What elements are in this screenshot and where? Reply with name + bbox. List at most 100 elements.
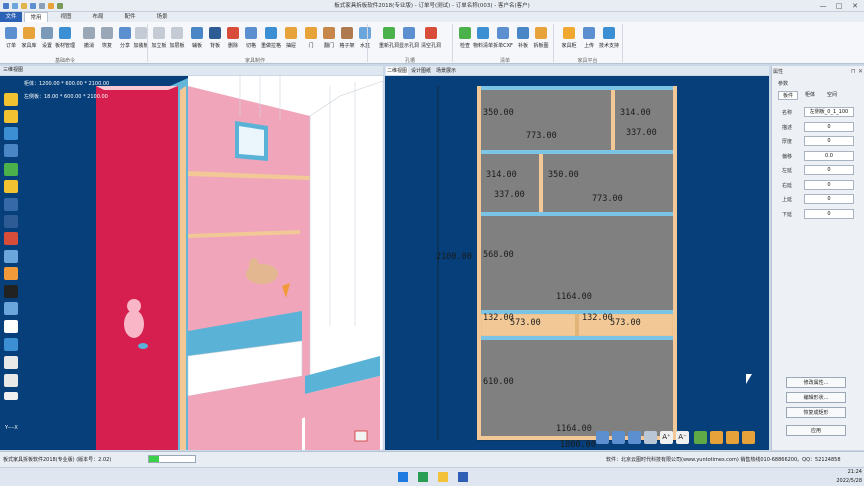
board-drawing-icon [535, 27, 547, 39]
restore-rectangle-button[interactable]: 恢复成矩形 [786, 407, 846, 418]
dim-label-573-right: 573.00 [610, 318, 641, 328]
close-button[interactable]: ✕ [848, 1, 862, 11]
modify-properties-button[interactable]: 修改属性... [786, 377, 846, 388]
hide-icon[interactable] [4, 250, 18, 263]
cube-top-icon[interactable] [4, 110, 18, 123]
menu-file[interactable]: 文件 [0, 12, 22, 22]
menu-view[interactable]: 视图 [54, 12, 78, 22]
properties-section: 参数 [778, 81, 789, 87]
board-manage-icon [59, 27, 71, 39]
prop-thickness-field[interactable]: 0 [804, 136, 854, 146]
prop-thickness-label: 厚度 [782, 139, 793, 145]
share-icon [119, 27, 131, 39]
properties-title: 属性 [773, 69, 784, 75]
viewport-3d[interactable] [0, 76, 384, 451]
explode-icon[interactable] [4, 267, 18, 280]
dim-label-573-left: 573.00 [510, 318, 541, 328]
rehole-icon [383, 27, 395, 39]
ribbon-button-label: 技术支持 [598, 43, 619, 49]
prop-right-extend-field[interactable]: 0 [804, 179, 854, 190]
zoom-out-icon[interactable] [612, 431, 625, 444]
prop-top-extend-field[interactable]: 0 [804, 194, 854, 204]
door-open-icon[interactable] [4, 320, 18, 333]
prop-bottom-extend-field[interactable]: 0 [804, 208, 854, 219]
prop-description-label: 描述 [782, 124, 793, 131]
progress-fill [149, 456, 159, 462]
light-icon[interactable] [4, 180, 18, 193]
properties-close-icon[interactable]: ✕ [858, 68, 863, 75]
edit-shape-button[interactable]: 编辑形状... [786, 392, 846, 403]
tab-scene-display[interactable]: 场景展示 [434, 67, 458, 75]
delete-icon [227, 27, 239, 39]
menu-parts[interactable]: 配件 [118, 12, 142, 22]
layers-icon[interactable] [694, 431, 707, 444]
orbit-icon[interactable] [4, 144, 18, 157]
lock-c-icon[interactable] [742, 431, 755, 444]
taskbar-app2-icon[interactable] [458, 472, 468, 482]
minimize-button[interactable]: — [816, 1, 830, 11]
print-preview-icon[interactable] [644, 431, 657, 444]
taskbar-date: 2022/5/28 [836, 478, 862, 484]
cube-front-icon[interactable] [4, 93, 18, 106]
dim-label-350-top: 350.00 [483, 108, 514, 118]
camera-icon[interactable] [4, 338, 18, 351]
apply-button[interactable]: 应用 [786, 425, 846, 436]
dim-label-314-top: 314.00 [620, 108, 651, 118]
texture-icon[interactable] [4, 232, 18, 245]
props-tab-space[interactable]: 空间 [822, 91, 842, 100]
props-tab-cabinet[interactable]: 柜体 [800, 91, 820, 100]
flip-door-icon [323, 27, 335, 39]
props-tab-panel[interactable]: 板件 [778, 91, 798, 100]
lock-b-icon[interactable] [726, 431, 739, 444]
file-explorer-icon[interactable] [438, 472, 448, 482]
tab-design-drawing[interactable]: 设计图纸 [410, 67, 432, 75]
tech-support-icon [603, 27, 615, 39]
maximize-button[interactable]: □ [832, 1, 846, 11]
axis-gizmo-icon: Y‒‒X [5, 425, 18, 431]
left-panel-size-info: 左侧板：18.00 * 600.00 * 2100.00 [24, 94, 108, 100]
tab-2d-view[interactable]: 二维视图 [386, 67, 408, 75]
section-icon[interactable] [4, 302, 18, 315]
menu-common[interactable]: 常用 [24, 12, 48, 22]
rotate-icon[interactable] [4, 127, 18, 140]
shade-icon[interactable] [4, 215, 18, 228]
tab-3d-view[interactable]: 三维视图 [3, 67, 23, 73]
properties-pin-icon[interactable]: ⊓ [851, 68, 856, 75]
grid-icon[interactable] [4, 163, 18, 176]
ribbon-separator [452, 24, 453, 62]
redo-pull-grid-icon [265, 27, 277, 39]
lock-a-icon[interactable] [710, 431, 723, 444]
dim-label-337-top: 337.00 [626, 128, 657, 138]
taskbar-app1-icon[interactable] [418, 472, 428, 482]
ribbon-separator [622, 24, 623, 62]
ribbon-group-basic: 基础命令 [54, 58, 75, 64]
menu-layout[interactable]: 布局 [86, 12, 110, 22]
ribbon-separator [367, 24, 368, 62]
wireframe-icon[interactable] [4, 198, 18, 211]
taskbar [0, 467, 864, 486]
clear-hole-icon [425, 27, 437, 39]
water-box-icon [359, 27, 371, 39]
patch-board-icon [517, 27, 529, 39]
viewport-2d[interactable] [385, 76, 769, 450]
prop-description-field[interactable]: 0 [804, 121, 854, 132]
start-icon[interactable] [398, 472, 408, 482]
render-icon[interactable] [4, 374, 18, 387]
snapshot-icon[interactable] [4, 356, 18, 369]
font-larger-icon[interactable]: A⁺ [660, 431, 673, 444]
zoom-in-icon[interactable] [596, 431, 609, 444]
font-smaller-icon[interactable]: A⁻ [676, 431, 689, 444]
prop-name-field[interactable]: 左侧板_0_1_100 [804, 107, 854, 117]
menu-scene[interactable]: 场景 [150, 12, 174, 22]
dim-label-total-height: 2100.00 [436, 252, 472, 262]
dim-label-314-mid: 314.00 [486, 170, 517, 180]
dim-label-568: 568.00 [483, 250, 514, 260]
measure-icon[interactable] [4, 285, 18, 298]
dim-label-132-right: 132.00 [582, 313, 613, 323]
prop-left-extend-field[interactable]: 0 [804, 165, 854, 175]
ribbon-group-holes: 孔槽 [404, 58, 415, 64]
back-board-icon [209, 27, 221, 39]
fit-view-icon[interactable] [628, 431, 641, 444]
collapse-icon[interactable] [4, 392, 18, 400]
prop-offset-field[interactable]: 0.0 [804, 150, 854, 161]
